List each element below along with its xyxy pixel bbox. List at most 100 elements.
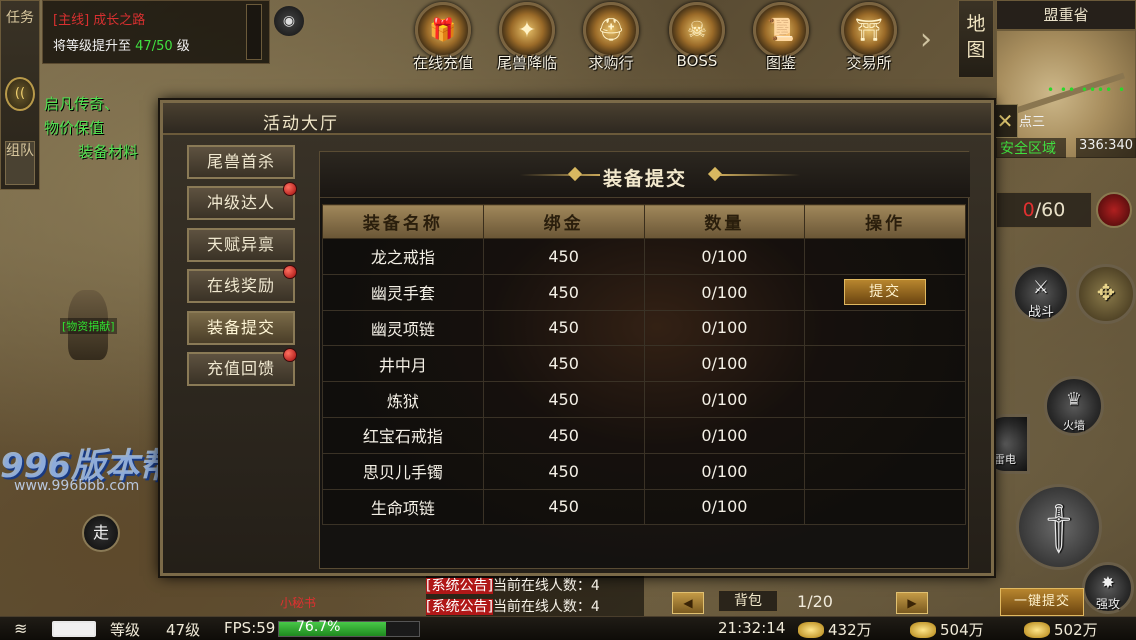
chat-line: [系统公告]当前在线人数：4 bbox=[426, 597, 644, 618]
dialog-title: 活动大厅 bbox=[263, 114, 339, 134]
tab-team[interactable]: 组队 bbox=[5, 141, 35, 185]
top-menu-item[interactable]: ⛑ 求购行 bbox=[572, 2, 650, 76]
cell-qty: 0/100 bbox=[643, 345, 806, 383]
toggle-panel-icon[interactable]: (( bbox=[5, 77, 35, 111]
page-prev-button[interactable]: ◀ bbox=[672, 592, 704, 614]
sidebar-item-label: 冲级达人 bbox=[206, 193, 275, 213]
sidebar-item-label: 充值回馈 bbox=[206, 358, 275, 378]
battery-icon bbox=[52, 621, 96, 637]
top-menu-item[interactable]: 📜 图鉴 bbox=[742, 2, 820, 76]
column-header-gold: 绑金 bbox=[482, 204, 645, 239]
cell-qty: 0/100 bbox=[643, 452, 806, 490]
quest-objective-suffix: 级 bbox=[176, 39, 190, 54]
top-menu-item[interactable]: ☠ BOSS bbox=[658, 2, 736, 76]
cell-action bbox=[804, 488, 966, 526]
battle-mode-button[interactable]: ⚔ 战斗 bbox=[1012, 264, 1070, 322]
sidebar-item[interactable]: 在线奖励 bbox=[187, 265, 297, 304]
bound-gold-icon bbox=[910, 622, 936, 638]
camera-icon[interactable]: ◉ bbox=[272, 4, 306, 38]
minimap-spot-label: 点三 bbox=[1019, 115, 1046, 130]
cell-qty: 0/100 bbox=[643, 381, 806, 418]
chat-text: 当前在线人数：4 bbox=[492, 599, 600, 615]
sword-icon: 🗡 bbox=[1028, 497, 1091, 560]
cell-action bbox=[804, 238, 966, 275]
assistant-label[interactable]: 小秘书 bbox=[280, 594, 316, 611]
ingot-amount: 502万 bbox=[1054, 621, 1098, 639]
cell-name: 井中月 bbox=[322, 345, 484, 383]
move-arrows-icon: ✥ bbox=[1096, 281, 1116, 306]
clock: 21:32:14 bbox=[718, 619, 786, 637]
page-next-button[interactable]: ▶ bbox=[896, 592, 928, 614]
sidebar-item[interactable]: 装备提交 bbox=[187, 310, 295, 345]
top-menu-item[interactable]: 🎁 在线充值 bbox=[404, 2, 482, 76]
attack-button[interactable]: 🗡 bbox=[1016, 484, 1102, 570]
gift-box-icon: 🎁 bbox=[415, 2, 471, 58]
activity-hall-dialog: 活动大厅 尾兽首杀 冲级达人 天赋异禀 在线奖励 装备提交 充值回馈 装备提交 装备名称 … bbox=[160, 100, 1084, 616]
dpad-button[interactable]: ✥ bbox=[1076, 264, 1136, 324]
quest-title: [主线] 成长之路 bbox=[53, 13, 146, 28]
content-title: 装备提交 bbox=[602, 168, 687, 190]
cell-name: 红宝石戒指 bbox=[322, 416, 484, 454]
bound-gold-display: 504万 bbox=[910, 619, 984, 640]
top-menu-item[interactable]: ✦ 尾兽降临 bbox=[488, 2, 566, 76]
red-dot-badge-icon bbox=[283, 182, 297, 197]
sidebar-item[interactable]: 天赋异禀 bbox=[187, 227, 295, 262]
status-bar: ≋ 等级 47级 FPS:59 76.7% 21:32:14 432万 504万… bbox=[0, 616, 1136, 640]
map-coordinates: 336:340 bbox=[1076, 138, 1136, 158]
quest-progress: 47/50 bbox=[135, 39, 173, 54]
quest-tracker[interactable]: [主线] 成长之路 将等级提升至 47/50 级 bbox=[42, 0, 270, 64]
chat-tag: [系统公告] bbox=[426, 599, 493, 615]
fps-label: FPS:59 bbox=[224, 619, 276, 637]
sidebar-item-label: 天赋异禀 bbox=[206, 234, 275, 254]
bag-current: 0 bbox=[1022, 199, 1035, 221]
equipment-submit-table: 装备名称 绑金 数量 操作 龙之戒指 450 0/100 幽灵手套 450 0/100 提交… bbox=[322, 204, 966, 526]
table-row: 生命项链 450 0/100 bbox=[322, 488, 966, 526]
level-label: 等级 bbox=[110, 621, 141, 639]
submit-all-button[interactable]: 一键提交 bbox=[1000, 588, 1084, 616]
table-row: 龙之戒指 450 0/100 bbox=[322, 238, 966, 275]
skill-power-strike-button[interactable]: ✸ 强攻 bbox=[1082, 562, 1134, 614]
top-menu-label: 图鉴 bbox=[765, 54, 796, 72]
bag-max: /60 bbox=[1034, 199, 1066, 221]
close-icon[interactable]: ✕ bbox=[992, 104, 1018, 138]
cell-gold: 450 bbox=[482, 381, 645, 418]
top-menu-item[interactable]: ⛩ 交易所 bbox=[830, 2, 908, 76]
top-menu-label: 尾兽降临 bbox=[496, 54, 557, 72]
top-menu-label: 在线充值 bbox=[412, 54, 473, 72]
sidebar-item-label: 在线奖励 bbox=[206, 276, 275, 296]
cell-action: 提交 bbox=[804, 273, 966, 311]
table-row: 幽灵项链 450 0/100 bbox=[322, 309, 966, 347]
wifi-icon: ≋ bbox=[14, 619, 28, 638]
cell-gold: 450 bbox=[482, 416, 645, 454]
bag-capacity: 0/60 bbox=[996, 192, 1092, 228]
sidebar-item[interactable]: 冲级达人 bbox=[187, 182, 297, 221]
tab-quest[interactable]: 任务 bbox=[5, 9, 35, 49]
top-menu-label: 交易所 bbox=[846, 54, 892, 72]
cell-qty: 0/100 bbox=[643, 488, 806, 526]
quest-scrollbar[interactable] bbox=[246, 4, 262, 60]
sidebar-item[interactable]: 尾兽首杀 bbox=[187, 145, 295, 179]
sidebar-item[interactable]: 充值回馈 bbox=[187, 347, 297, 386]
submit-button[interactable]: 提交 bbox=[844, 279, 927, 306]
ingot-display: 502万 bbox=[1024, 619, 1098, 640]
cell-name: 幽灵手套 bbox=[322, 273, 484, 311]
potion-icon[interactable] bbox=[1096, 192, 1132, 228]
quest-objective: 将等级提升至 47/50 级 bbox=[53, 35, 190, 54]
cell-gold: 450 bbox=[482, 345, 645, 383]
player-name-tag: [物资捐献] bbox=[60, 318, 117, 334]
menu-expand-arrow-icon[interactable]: › bbox=[920, 22, 940, 62]
map-button[interactable]: 地图 bbox=[958, 0, 994, 78]
skill-firewall-button[interactable]: ♛ 火墙 bbox=[1044, 376, 1104, 436]
title-ornament-right bbox=[720, 174, 800, 176]
bag-button[interactable]: 背包 bbox=[718, 590, 778, 612]
walk-toggle-button[interactable]: 走 bbox=[82, 514, 120, 552]
red-dot-badge-icon bbox=[283, 347, 297, 362]
gold-coin-icon bbox=[798, 622, 824, 638]
cell-action bbox=[804, 345, 966, 383]
cell-gold: 450 bbox=[482, 273, 645, 311]
map-region-name: 盟重省 bbox=[996, 0, 1136, 30]
cell-action bbox=[804, 381, 966, 418]
scroll-book-icon: 📜 bbox=[753, 2, 809, 58]
cell-name: 幽灵项链 bbox=[322, 309, 484, 347]
gold-amount: 432万 bbox=[828, 621, 872, 639]
